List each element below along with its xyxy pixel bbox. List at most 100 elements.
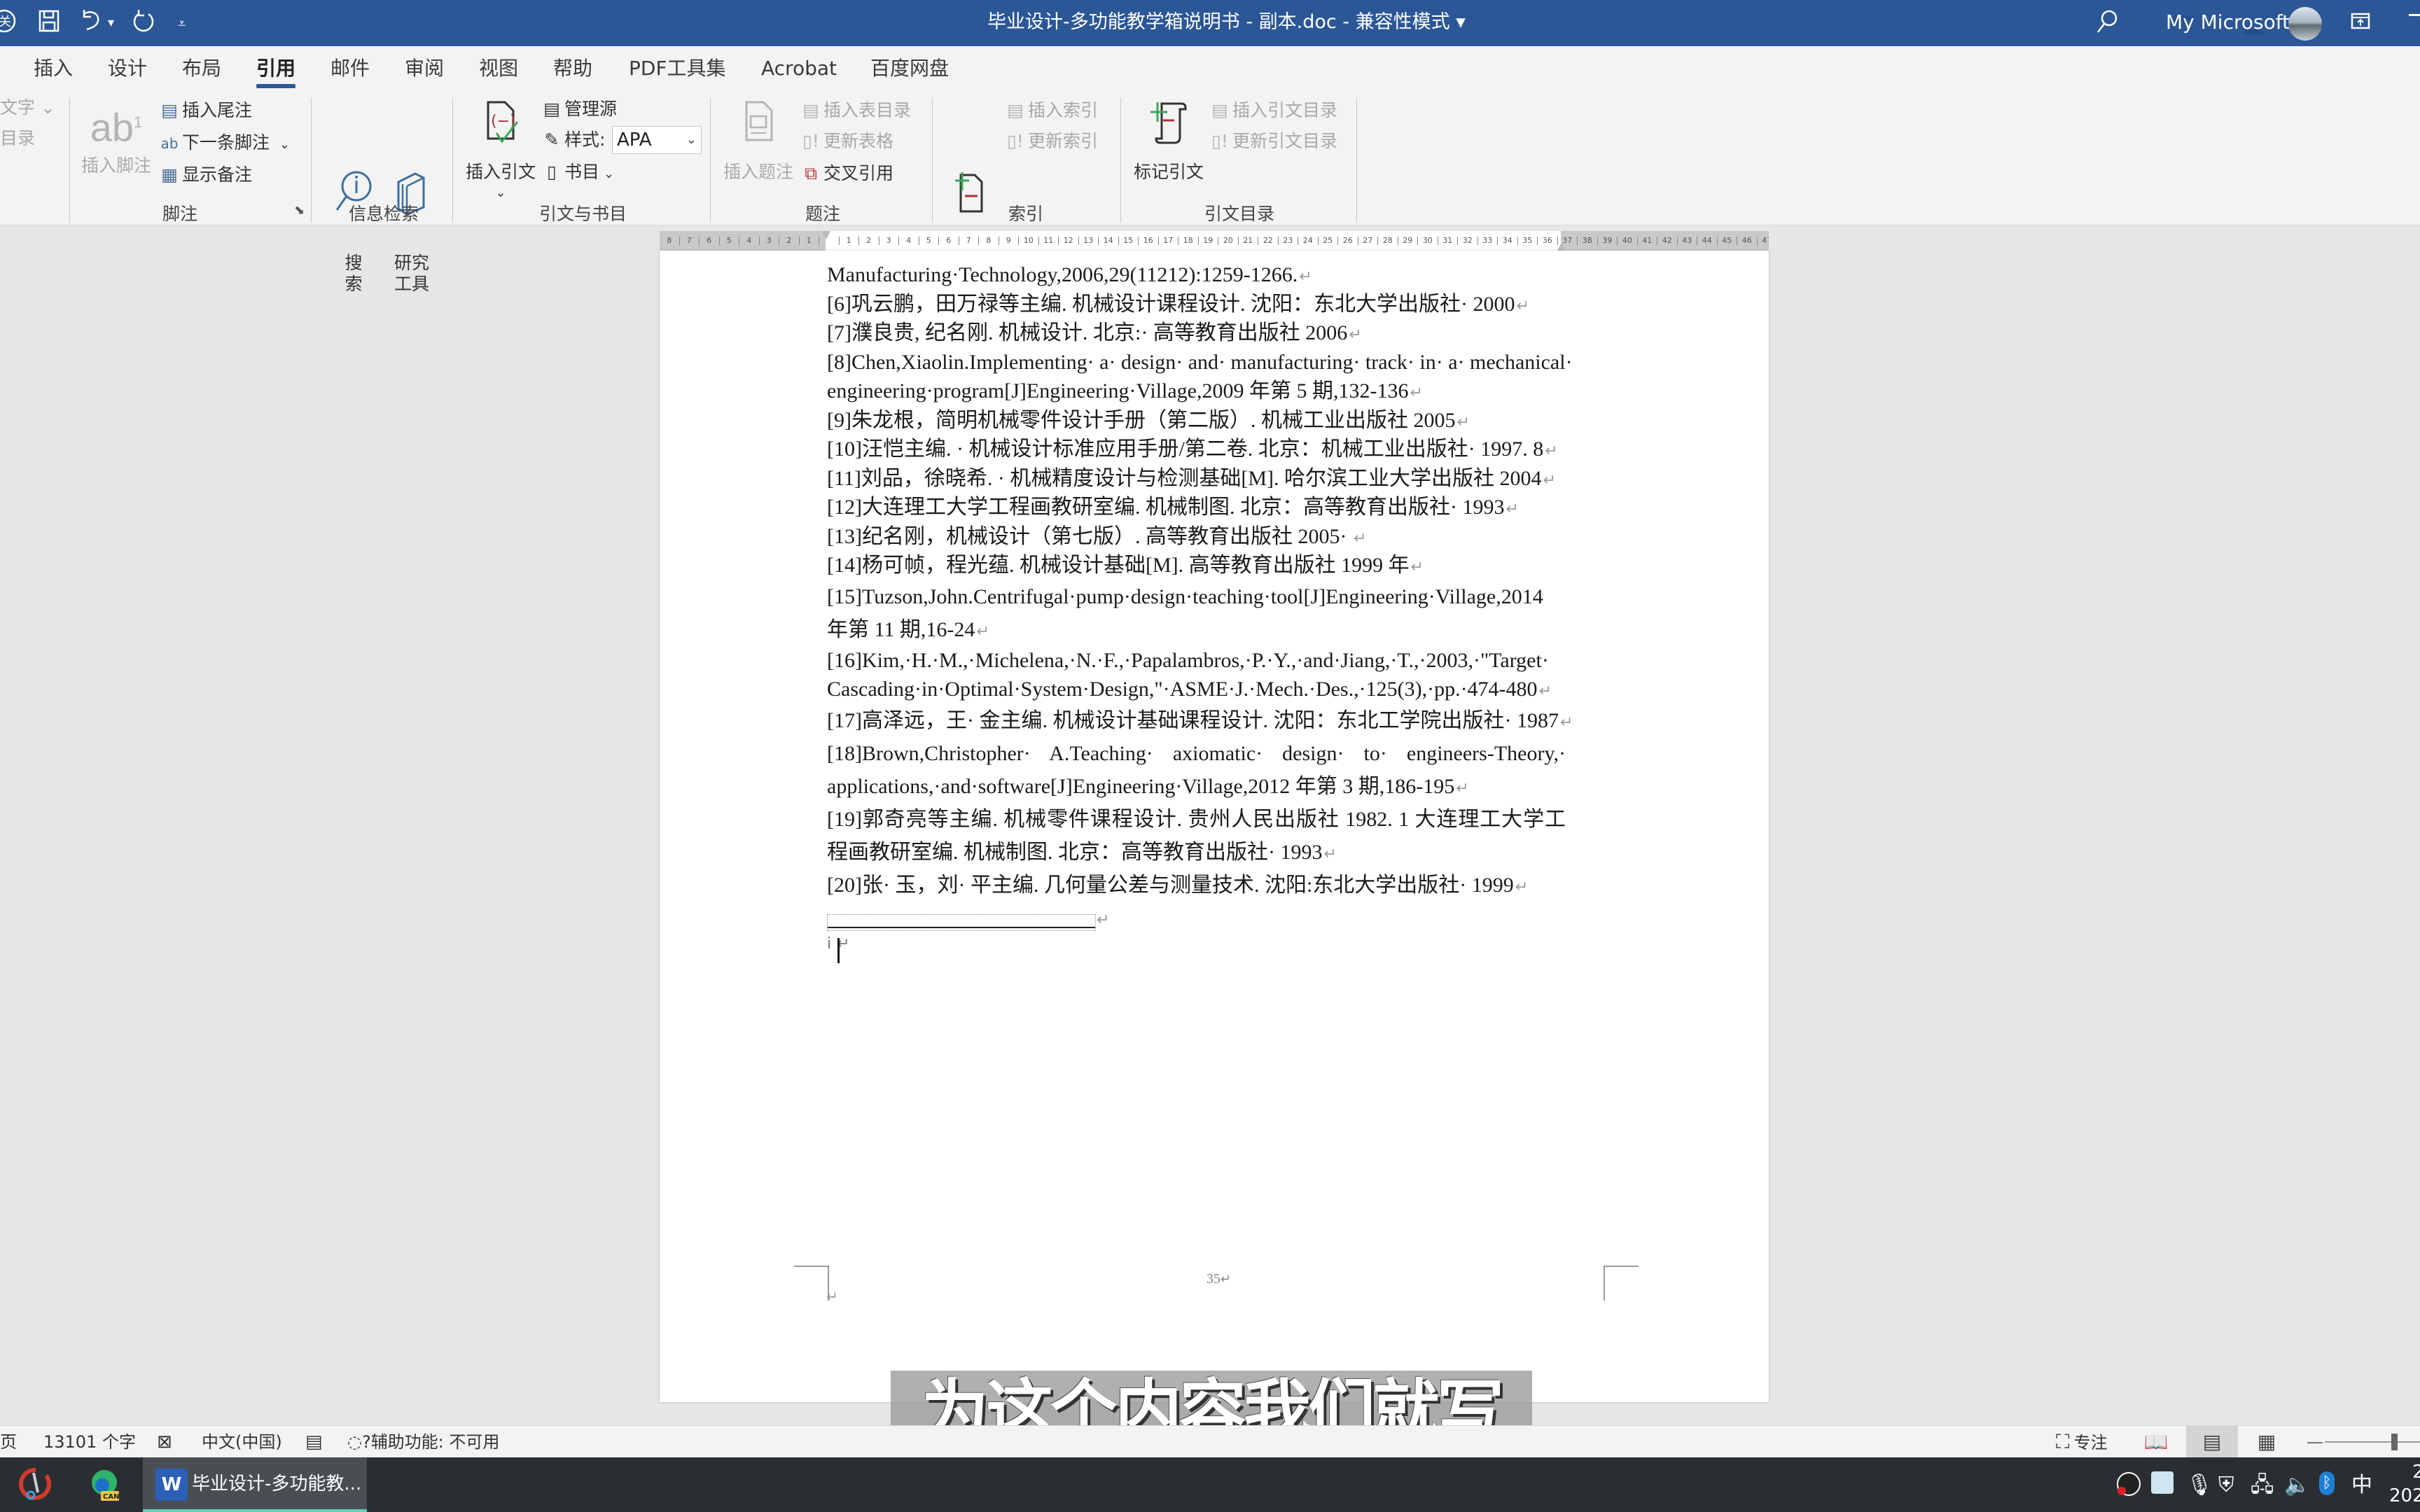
read-mode-button[interactable]: 📖 [2130, 1426, 2182, 1458]
update-table-button[interactable]: ▯! 更新表格 [801, 130, 893, 153]
redo-icon[interactable] [130, 7, 158, 43]
taskbar-word-button[interactable]: W 毕业设计-多功能教... [143, 1457, 367, 1512]
insert-caption-button[interactable]: 插入题注 [721, 98, 795, 183]
network-icon[interactable]: 🖧 [2251, 1471, 2274, 1499]
account-name[interactable]: My Microsoft [2166, 0, 2290, 45]
show-notes-button[interactable]: ▦ 显示备注 [160, 164, 252, 186]
manage-sources-label: 管理源 [564, 99, 618, 119]
paragraph-mark: ↵ [1299, 268, 1312, 286]
horizontal-ruler[interactable]: 8 7 6 5 4 3 2 1 1 2 3 4 5 6 7 8 9 10 11 12 13 14 15 16 17 18 19 20 2… [660, 231, 1769, 251]
researcher-button[interactable]: 研究 工具 [389, 98, 434, 295]
web-layout-button[interactable]: ▦ [2241, 1426, 2293, 1458]
search-button[interactable]: 搜 索 [329, 98, 378, 295]
ruler-tick-label: 14 [1099, 237, 1119, 245]
edge-canary-icon[interactable]: CAN [87, 1467, 122, 1502]
dialog-launcher-icon[interactable]: ⬊ [294, 203, 305, 218]
tab-design[interactable]: 设计 [108, 56, 147, 81]
cross-reference-button[interactable]: ⧉ 交叉引用 [801, 162, 893, 185]
ruler-tick-label: 35 [1518, 237, 1538, 245]
document-title[interactable]: 毕业设计-多功能教学箱说明书 - 副本.doc - 兼容性模式 ▾ [987, 0, 1466, 46]
ime-indicator[interactable]: 中 [2351, 1471, 2372, 1499]
ruler-tick-label: 3 [879, 237, 899, 245]
tab-help[interactable]: 帮助 [553, 56, 592, 81]
insert-footnote-button[interactable]: ab1 插入脚注 [81, 98, 151, 176]
tab-pdf-tools[interactable]: PDF工具集 [629, 56, 726, 81]
ruler-tick-label: 8 [979, 237, 999, 245]
microphone-icon[interactable]: 🎙 [2186, 1471, 2213, 1499]
update-index-label: 更新索引 [1028, 131, 1099, 151]
autosave-icon[interactable]: 关 [0, 7, 18, 43]
ruler-tick-label: 38 [1578, 237, 1598, 245]
tab-view[interactable]: 视图 [479, 56, 518, 81]
update-toa-label: 更新引文目录 [1232, 131, 1338, 151]
volume-icon[interactable]: 🔈 [2284, 1471, 2310, 1499]
chevron-down-icon: ⌄ [604, 167, 615, 181]
accessibility-checker[interactable]: ◌?辅助功能: 不可用 [347, 1426, 499, 1458]
proofing-icon[interactable]: ⊠ [157, 1426, 172, 1458]
tray-app-icon[interactable] [2151, 1471, 2174, 1494]
document-body[interactable]: Manufacturing·Technology,2006,29(11212):… [827, 260, 1573, 902]
zoom-out-button[interactable]: — [2307, 1426, 2323, 1458]
ribbon: 文字 ⌄ 目录 ab1 插入脚注 ▤ 插入尾注 ab 下一条脚注 ⌄ ▦ 显示备注 脚注… [0, 91, 2420, 294]
update-toa-button[interactable]: ▯! 更新引文目录 [1210, 130, 1337, 153]
tab-mailings[interactable]: 邮件 [331, 56, 370, 81]
undo-dropdown[interactable]: ▾ [108, 7, 114, 39]
ruler-tick-label: 22 [1258, 237, 1279, 245]
ruler-tick-label: 36 [1538, 237, 1558, 245]
minimize-button[interactable] [2409, 14, 2420, 16]
ribbon-display-icon[interactable] [2350, 7, 2371, 43]
system-clock[interactable]: 23 2021 [2389, 1460, 2420, 1508]
right-indent-marker[interactable] [1557, 241, 1566, 251]
print-layout-button[interactable]: ▤ [2186, 1426, 2238, 1458]
save-icon[interactable] [36, 7, 62, 43]
insert-caption-label: 插入题注 [723, 162, 793, 182]
mark-citation-button[interactable]: 标记引文 [1132, 98, 1206, 183]
show-notes-label: 显示备注 [182, 164, 253, 185]
customize-qat-icon[interactable]: ⩡ [178, 7, 186, 39]
avatar[interactable] [2288, 7, 2322, 41]
insert-index-button[interactable]: ▤ 插入索引 [1006, 99, 1098, 122]
bluetooth-icon[interactable]: ᛒ [2319, 1471, 2335, 1495]
update-toc-button[interactable]: 目录 [0, 127, 35, 150]
insert-citation-button[interactable]: (−) 插入引文 ⌄ [464, 98, 538, 204]
citation-style-select[interactable]: APA ⌄ [612, 126, 702, 154]
tab-insert[interactable]: 插入 [34, 56, 73, 81]
ruler-tick-label: 2 [859, 237, 879, 245]
next-footnote-icon: ab [160, 135, 179, 152]
document-page[interactable]: Manufacturing·Technology,2006,29(11212):… [660, 251, 1769, 1402]
style-icon: ✎ [544, 130, 559, 150]
update-index-button[interactable]: ▯! 更新索引 [1006, 130, 1098, 153]
insert-endnote-button[interactable]: ▤ 插入尾注 [160, 99, 252, 122]
tab-acrobat[interactable]: Acrobat [761, 56, 837, 81]
manage-sources-button[interactable]: ▤ 管理源 [542, 98, 617, 120]
reference-line: [6]巩云鹏，田万禄等主编. 机械设计课程设计. 沈阳：东北大学出版社· 200… [827, 292, 1529, 316]
focus-mode-button[interactable]: ⛶ 专注 [2056, 1426, 2108, 1459]
add-text-button[interactable]: 文字 ⌄ [0, 97, 55, 119]
ruler-tick-label: 39 [1598, 237, 1618, 245]
next-footnote-button[interactable]: ab 下一条脚注 ⌄ [160, 132, 291, 156]
ruler-tick-label: 28 [1378, 237, 1398, 245]
security-shield-icon[interactable]: ⛨ [2218, 1471, 2234, 1499]
tab-layout[interactable]: 布局 [182, 56, 221, 81]
page-indicator[interactable]: 页 [0, 1426, 17, 1458]
zoom-slider-thumb[interactable] [2391, 1434, 2398, 1450]
first-line-indent-marker[interactable] [822, 231, 830, 251]
word-count[interactable]: 13101 个字 [43, 1426, 136, 1458]
zoom-slider-track[interactable] [2325, 1441, 2420, 1443]
obs-icon[interactable] [2116, 1471, 2141, 1504]
snipping-tool-icon[interactable] [18, 1467, 53, 1502]
undo-icon[interactable] [78, 7, 104, 43]
paragraph-mark: ↵ [1097, 911, 1110, 929]
tab-references[interactable]: 引用 [256, 56, 296, 88]
search-icon[interactable] [2095, 7, 2120, 46]
macro-recording-icon[interactable]: ▤ [305, 1426, 323, 1458]
ruler-tick-label: 30 [1418, 237, 1438, 245]
insert-table-of-figures-button[interactable]: ▤ 插入表目录 [801, 99, 911, 122]
update-table-icon: ▯! [802, 131, 819, 151]
reference-line: [15]Tuzson,John.Centrifugal·pump·design·… [827, 584, 1543, 608]
bibliography-button[interactable]: ▯ 书目 ⌄ [542, 161, 614, 186]
insert-toa-button[interactable]: ▤ 插入引文目录 [1210, 99, 1337, 122]
tab-review[interactable]: 审阅 [405, 56, 444, 81]
language-indicator[interactable]: 中文(中国) [202, 1426, 282, 1458]
tab-baidu-netdisk[interactable]: 百度网盘 [870, 56, 949, 81]
